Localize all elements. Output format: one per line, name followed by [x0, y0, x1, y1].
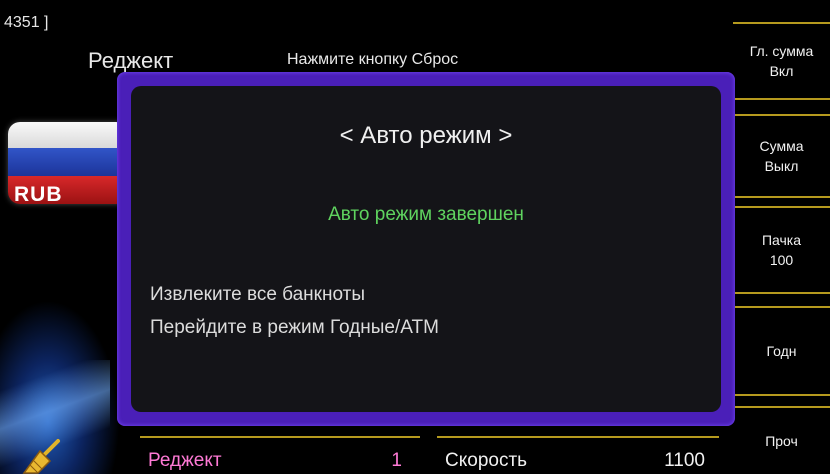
softkey-value: Вкл [769, 63, 794, 79]
hint-text: Нажмите кнопку Сброс [287, 51, 459, 68]
broom-icon[interactable] [20, 435, 68, 474]
dialog-title: < Авто режим > [339, 122, 513, 149]
softkey-panel: Гл. сумма Вкл Сумма Выкл Пачка 100 Годн … [733, 22, 830, 474]
softkey-sum[interactable]: Сумма Выкл [733, 114, 830, 198]
softkey-label: Годн [766, 343, 797, 359]
softkey-value: Выкл [764, 158, 799, 174]
softkey-value: 100 [769, 252, 794, 268]
softkey-label: Сумма [759, 138, 804, 154]
speed-label: Скорость [445, 450, 528, 471]
softkey-other[interactable]: Проч [733, 406, 830, 474]
softkey-batch[interactable]: Пачка 100 [733, 206, 830, 294]
speed-indicator: Скорость 1100 [437, 436, 719, 474]
currency-code: RUB [14, 183, 63, 206]
softkey-main-sum[interactable]: Гл. сумма Вкл [733, 22, 830, 100]
reject-counter: Реджект 1 [140, 436, 420, 474]
note-counter: 4351 ] [4, 14, 49, 31]
softkey-label: Гл. сумма [749, 43, 814, 59]
speed-value: 1100 [664, 450, 705, 471]
softkey-label: Проч [765, 433, 798, 449]
mode-label: Реджект [88, 48, 174, 73]
device-screen: 4351 ] Реджект Нажмите кнопку Сброс RUB … [0, 0, 830, 474]
auto-mode-dialog: < Авто режим > Авто режим завершен Извле… [131, 86, 721, 412]
softkey-label: Пачка [761, 232, 802, 248]
dialog-instruction-1: Извлеките все банкноты [150, 284, 365, 305]
softkey-fit[interactable]: Годн [733, 306, 830, 396]
reject-label: Реджект [148, 450, 222, 471]
reject-value: 1 [391, 450, 402, 471]
dialog-status: Авто режим завершен [328, 204, 524, 225]
dialog-instruction-2: Перейдите в режим Годные/ATM [150, 317, 439, 338]
